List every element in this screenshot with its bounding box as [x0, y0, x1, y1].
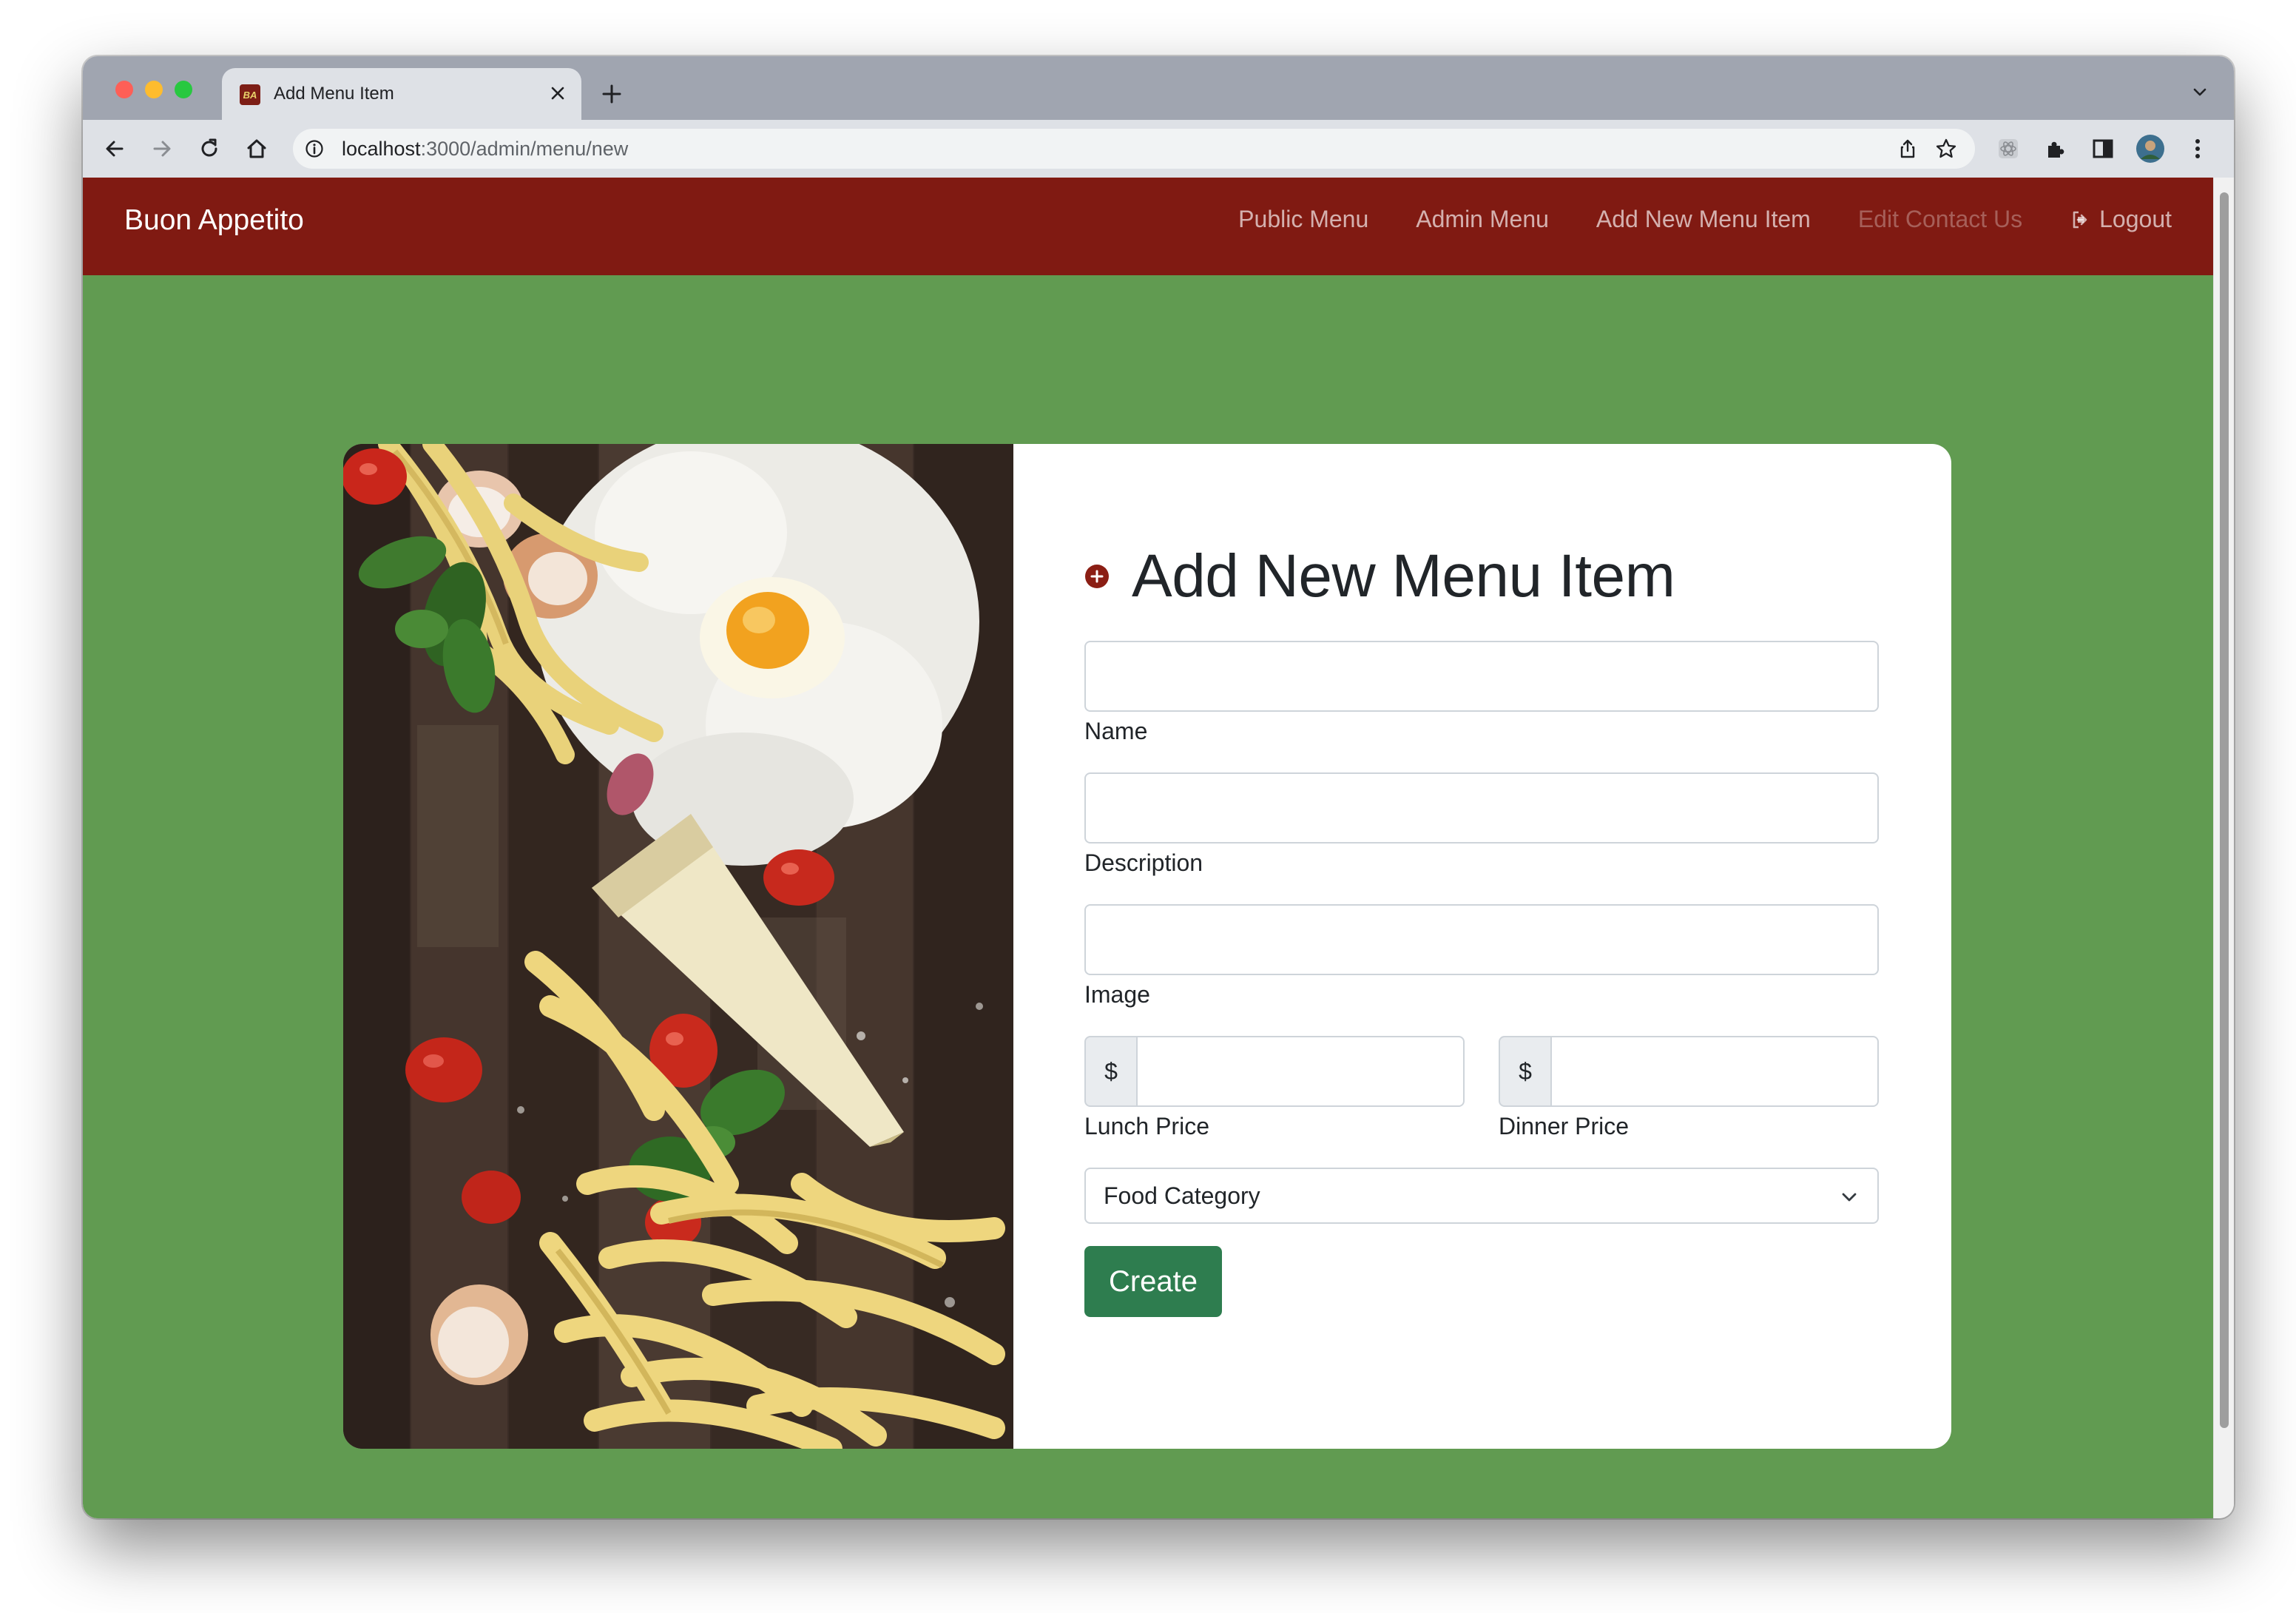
nav-link-public-menu[interactable]: Public Menu — [1238, 206, 1368, 233]
browser-window: BA Add Menu Item localhost:3000/admin/me… — [83, 56, 2234, 1518]
close-window-button[interactable] — [115, 81, 133, 98]
logout-label: Logout — [2099, 206, 2172, 232]
description-label: Description — [1084, 849, 1203, 876]
share-icon[interactable] — [1895, 136, 1920, 161]
dinner-price-label: Dinner Price — [1499, 1113, 1630, 1139]
browser-toolbar: localhost:3000/admin/menu/new — [83, 120, 2234, 179]
bookmark-star-icon[interactable] — [1934, 136, 1959, 161]
dinner-price-input[interactable] — [1552, 1036, 1879, 1107]
name-input[interactable] — [1084, 641, 1879, 712]
nav-link-logout[interactable]: Logout — [2070, 206, 2172, 233]
tab-title: Add Menu Item — [274, 84, 394, 104]
nav-link-admin-menu[interactable]: Admin Menu — [1416, 206, 1549, 233]
nav-links: Public Menu Admin Menu Add New Menu Item… — [1238, 206, 2172, 233]
maximize-window-button[interactable] — [175, 81, 192, 98]
profile-avatar[interactable] — [2132, 130, 2169, 167]
chevron-down-icon — [1842, 1193, 1857, 1202]
tab-close-icon[interactable] — [544, 80, 571, 107]
extension-react-icon[interactable] — [1990, 130, 2027, 167]
lunch-price-input[interactable] — [1138, 1036, 1465, 1107]
dinner-price-currency-addon: $ — [1499, 1036, 1552, 1107]
page-viewport: Buon Appetito Public Menu Admin Menu Add… — [83, 178, 2213, 1518]
lunch-price-field: $ Lunch Price — [1084, 1036, 1465, 1140]
description-input[interactable] — [1084, 772, 1879, 843]
brand-link[interactable]: Buon Appetito — [124, 204, 304, 237]
dinner-price-input-group: $ — [1499, 1036, 1879, 1107]
image-field: Image — [1084, 904, 1879, 1008]
tab-strip: BA Add Menu Item — [83, 56, 2234, 120]
plus-circle-icon — [1085, 565, 1109, 588]
image-label: Image — [1084, 981, 1150, 1008]
image-input[interactable] — [1084, 904, 1879, 975]
favicon-icon: BA — [240, 84, 260, 105]
name-label: Name — [1084, 718, 1148, 744]
url-path: :3000/admin/menu/new — [420, 138, 629, 160]
browser-menu-kebab-icon[interactable] — [2179, 130, 2216, 167]
menu-item-form: Add New Menu Item Name Description Image — [1084, 444, 1879, 1449]
pasta-ingredients-photo — [343, 444, 1013, 1449]
nav-link-edit-contact-us[interactable]: Edit Contact Us — [1858, 206, 2022, 233]
page-scrollbar[interactable] — [2213, 178, 2234, 1518]
scrollbar-thumb[interactable] — [2220, 192, 2229, 1428]
site-navbar: Buon Appetito Public Menu Admin Menu Add… — [83, 178, 2213, 275]
nav-link-add-new-menu-item[interactable]: Add New Menu Item — [1596, 206, 1811, 233]
url-text: localhost:3000/admin/menu/new — [342, 138, 628, 161]
food-category-selected-value: Food Category — [1104, 1182, 1260, 1209]
tab-search-chevron-icon[interactable] — [2185, 77, 2215, 107]
lunch-price-input-group: $ — [1084, 1036, 1465, 1107]
description-field: Description — [1084, 772, 1879, 877]
forward-arrow-icon[interactable] — [144, 130, 180, 167]
address-bar[interactable]: localhost:3000/admin/menu/new — [293, 129, 1975, 169]
logout-icon — [2073, 211, 2087, 228]
browser-tab-active[interactable]: BA Add Menu Item — [222, 68, 581, 120]
create-button[interactable]: Create — [1084, 1246, 1222, 1317]
lunch-price-label: Lunch Price — [1084, 1113, 1209, 1139]
lunch-price-currency-addon: $ — [1084, 1036, 1138, 1107]
reload-icon[interactable] — [191, 130, 228, 167]
food-category-select[interactable]: Food Category — [1084, 1168, 1879, 1224]
home-icon[interactable] — [238, 130, 275, 167]
minimize-window-button[interactable] — [145, 81, 163, 98]
dinner-price-field: $ Dinner Price — [1499, 1036, 1879, 1140]
extensions-puzzle-icon[interactable] — [2037, 130, 2074, 167]
new-tab-plus-icon[interactable] — [593, 75, 630, 112]
side-panel-icon[interactable] — [2084, 130, 2121, 167]
add-item-card: Add New Menu Item Name Description Image — [343, 444, 1951, 1449]
page-title: Add New Menu Item — [1132, 542, 1675, 610]
url-host: localhost — [342, 138, 421, 160]
back-arrow-icon[interactable] — [96, 130, 133, 167]
site-info-icon[interactable] — [303, 138, 325, 160]
form-heading-row: Add New Menu Item — [1084, 542, 1675, 611]
name-field: Name — [1084, 641, 1879, 745]
